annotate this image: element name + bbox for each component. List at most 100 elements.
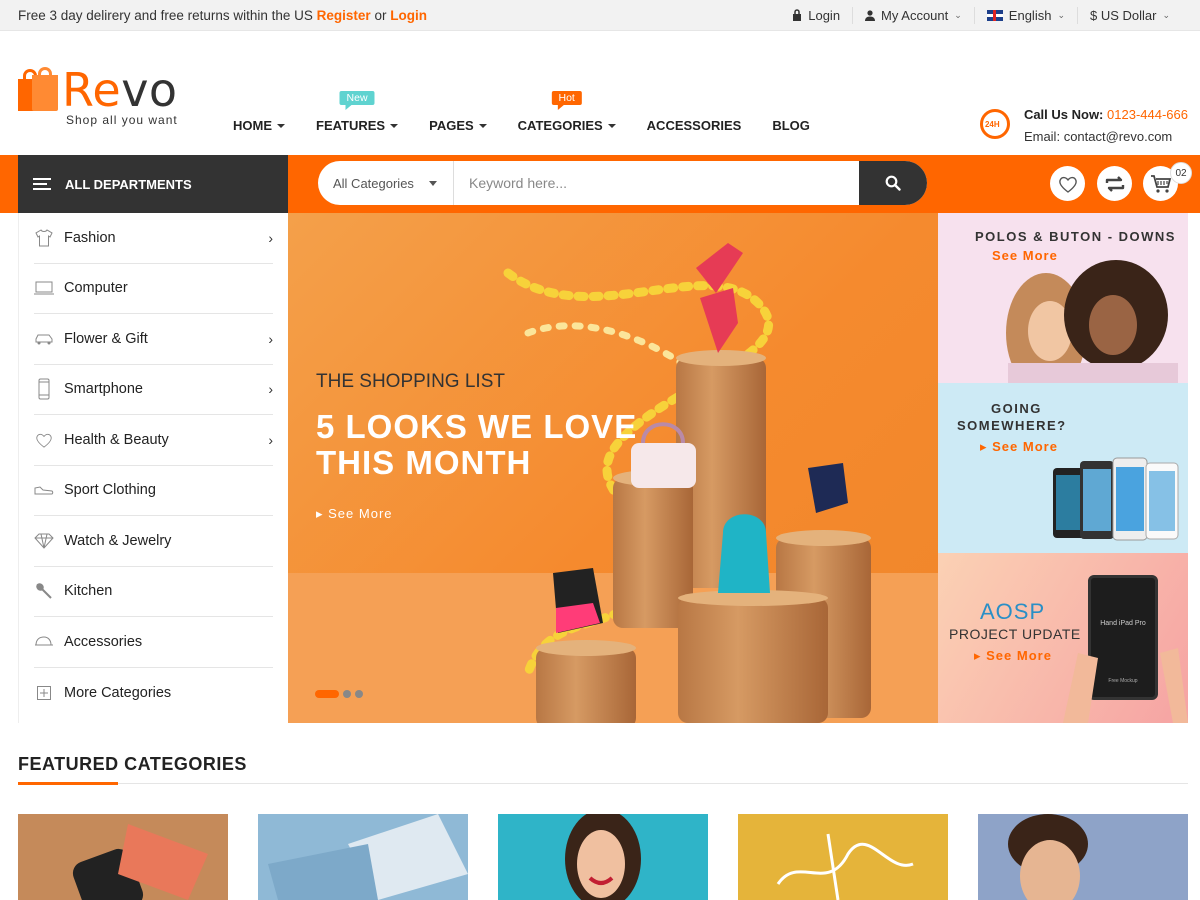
promo-text: Free 3 day delirery and free returns wit… — [18, 7, 313, 23]
nav-categories[interactable]: Hot CATEGORIES — [518, 91, 616, 133]
spoon-icon — [34, 582, 54, 600]
email-label: Email: — [1023, 129, 1061, 144]
search-form: All Categories — [318, 161, 927, 205]
phone-link[interactable]: 0123-444-666 — [1107, 107, 1188, 122]
hands-icon — [1063, 648, 1188, 723]
compare-icon — [1105, 175, 1124, 192]
call-label: Call Us Now: — [1023, 107, 1104, 122]
sidebar-item-accessories[interactable]: Accessories — [34, 617, 273, 668]
site-logo[interactable]: Revo Shop all you want — [18, 67, 178, 127]
headset-24h-icon: 24H — [978, 107, 1016, 145]
search-input[interactable] — [454, 161, 859, 205]
hero-see-more-link[interactable]: ▸ See More — [316, 506, 393, 522]
section-title: FEATURED CATEGORIES — [18, 754, 247, 774]
nav-pages[interactable]: PAGES — [429, 118, 487, 133]
nav-home[interactable]: HOME — [233, 118, 285, 133]
shopping-bag-icon — [18, 67, 58, 111]
lock-icon — [793, 9, 802, 21]
sidebar-item-fashion[interactable]: Fashion › — [34, 213, 273, 264]
logo-name: Revo — [62, 63, 178, 117]
currency-selector[interactable]: $ US Dollar ⌄ — [1076, 6, 1182, 24]
search-button[interactable] — [859, 161, 927, 205]
sidebar-item-label: Fashion — [64, 229, 116, 246]
smartphones-icon — [1053, 457, 1179, 541]
account-label: My Account — [881, 7, 949, 23]
banner-aosp[interactable]: AOSP PROJECT UPDATE ▸ See More Hand iPad… — [938, 553, 1188, 723]
sidebar-item-kitchen[interactable]: Kitchen — [34, 567, 273, 617]
chevron-right-icon: › — [268, 330, 273, 347]
nav-blog[interactable]: BLOG — [772, 118, 810, 133]
uk-flag-icon — [986, 9, 1003, 21]
category-select-value: All Categories — [333, 175, 414, 191]
top-bar: Free 3 day delirery and free returns wit… — [0, 0, 1200, 31]
featured-tile-fashion[interactable] — [258, 814, 468, 900]
smartwatch-icon — [72, 824, 208, 900]
man-photo-icon — [1008, 814, 1088, 900]
departments-label: ALL DEPARTMENTS — [65, 176, 192, 192]
caret-down-icon — [390, 123, 399, 128]
hero-headline: 5 LOOKS WE LOVE THIS MONTH — [316, 409, 637, 481]
promo-message: Free 3 day delirery and free returns wit… — [18, 8, 427, 23]
slider-dot[interactable] — [343, 690, 351, 698]
sidebar-item-label: Flower & Gift — [64, 330, 148, 347]
cart-icon — [1150, 174, 1171, 193]
header: Revo Shop all you want HOME New FEATURES … — [0, 31, 1200, 154]
sidebar-item-label: Sport Clothing — [64, 482, 156, 499]
sidebar-item-label: Kitchen — [64, 583, 113, 600]
menu-icon — [33, 178, 51, 190]
heart-icon — [34, 431, 54, 449]
featured-tile-model[interactable] — [498, 814, 708, 900]
register-link[interactable]: Register — [317, 8, 371, 23]
hero-slider[interactable]: THE SHOPPING LIST 5 LOOKS WE LOVE THIS M… — [288, 213, 938, 723]
language-label: English — [1008, 7, 1052, 23]
language-selector[interactable]: English ⌄ — [973, 6, 1077, 24]
caret-down-icon — [429, 180, 437, 186]
featured-tile-shoes[interactable] — [738, 814, 948, 900]
caret-down-icon — [607, 123, 616, 128]
chevron-right-icon: › — [268, 431, 273, 448]
login-button[interactable]: Login — [780, 7, 852, 24]
all-departments-button[interactable]: ALL DEPARTMENTS — [18, 155, 288, 213]
sidebar-item-label: Health & Beauty — [64, 431, 169, 448]
slider-dot[interactable] — [355, 690, 363, 698]
featured-tile-men[interactable] — [978, 814, 1188, 900]
heart-icon — [1058, 176, 1077, 193]
currency-label: $ US Dollar — [1089, 7, 1157, 23]
car-icon — [34, 330, 54, 348]
chevron-down-icon: ⌄ — [954, 9, 962, 20]
chevron-right-icon: › — [268, 229, 273, 246]
model-photo-icon — [565, 814, 641, 900]
slider-dots — [315, 690, 363, 698]
featured-tile-watch[interactable] — [18, 814, 228, 900]
models-photo-icon — [1006, 260, 1178, 383]
compare-button[interactable] — [1097, 166, 1132, 201]
chevron-right-icon: › — [268, 381, 273, 398]
shirt-icon — [34, 229, 54, 247]
my-account-dropdown[interactable]: My Account ⌄ — [852, 6, 974, 24]
sidebar-item-flower-gift[interactable]: Flower & Gift › — [34, 314, 273, 365]
more-categories-button[interactable]: More Categories — [34, 668, 273, 719]
chevron-down-icon: ⌄ — [1057, 9, 1065, 20]
sidebar-item-smartphone[interactable]: Smartphone › — [34, 365, 273, 415]
sidebar-item-sport-clothing[interactable]: Sport Clothing — [34, 466, 273, 516]
email-link[interactable]: contact@revo.com — [1064, 129, 1173, 144]
featured-categories-section: FEATURED CATEGORIES — [18, 754, 1188, 785]
nav-accessories[interactable]: ACCESSORIES — [647, 118, 742, 133]
hero-kicker: THE SHOPPING LIST — [316, 371, 505, 392]
shoe-icon — [34, 481, 54, 499]
slider-dot-active[interactable] — [315, 690, 339, 698]
category-select[interactable]: All Categories — [318, 161, 454, 205]
banner-going-somewhere[interactable]: GOING SOMEWHERE? ▸ See More — [938, 383, 1188, 553]
sidebar-item-health-beauty[interactable]: Health & Beauty › — [34, 415, 273, 466]
diamond-icon — [34, 532, 54, 550]
section-divider — [18, 782, 1188, 785]
user-icon — [865, 9, 876, 21]
nav-features[interactable]: New FEATURES — [316, 91, 399, 133]
caret-down-icon — [478, 123, 487, 128]
sidebar-item-computer[interactable]: Computer — [34, 264, 273, 314]
wishlist-button[interactable] — [1050, 166, 1085, 201]
or-text: or — [374, 7, 387, 23]
sidebar-item-watch-jewelry[interactable]: Watch & Jewelry — [34, 516, 273, 567]
banner-polos[interactable]: POLOS & BUTON - DOWNS See More — [938, 213, 1188, 383]
login-link[interactable]: Login — [390, 8, 427, 23]
